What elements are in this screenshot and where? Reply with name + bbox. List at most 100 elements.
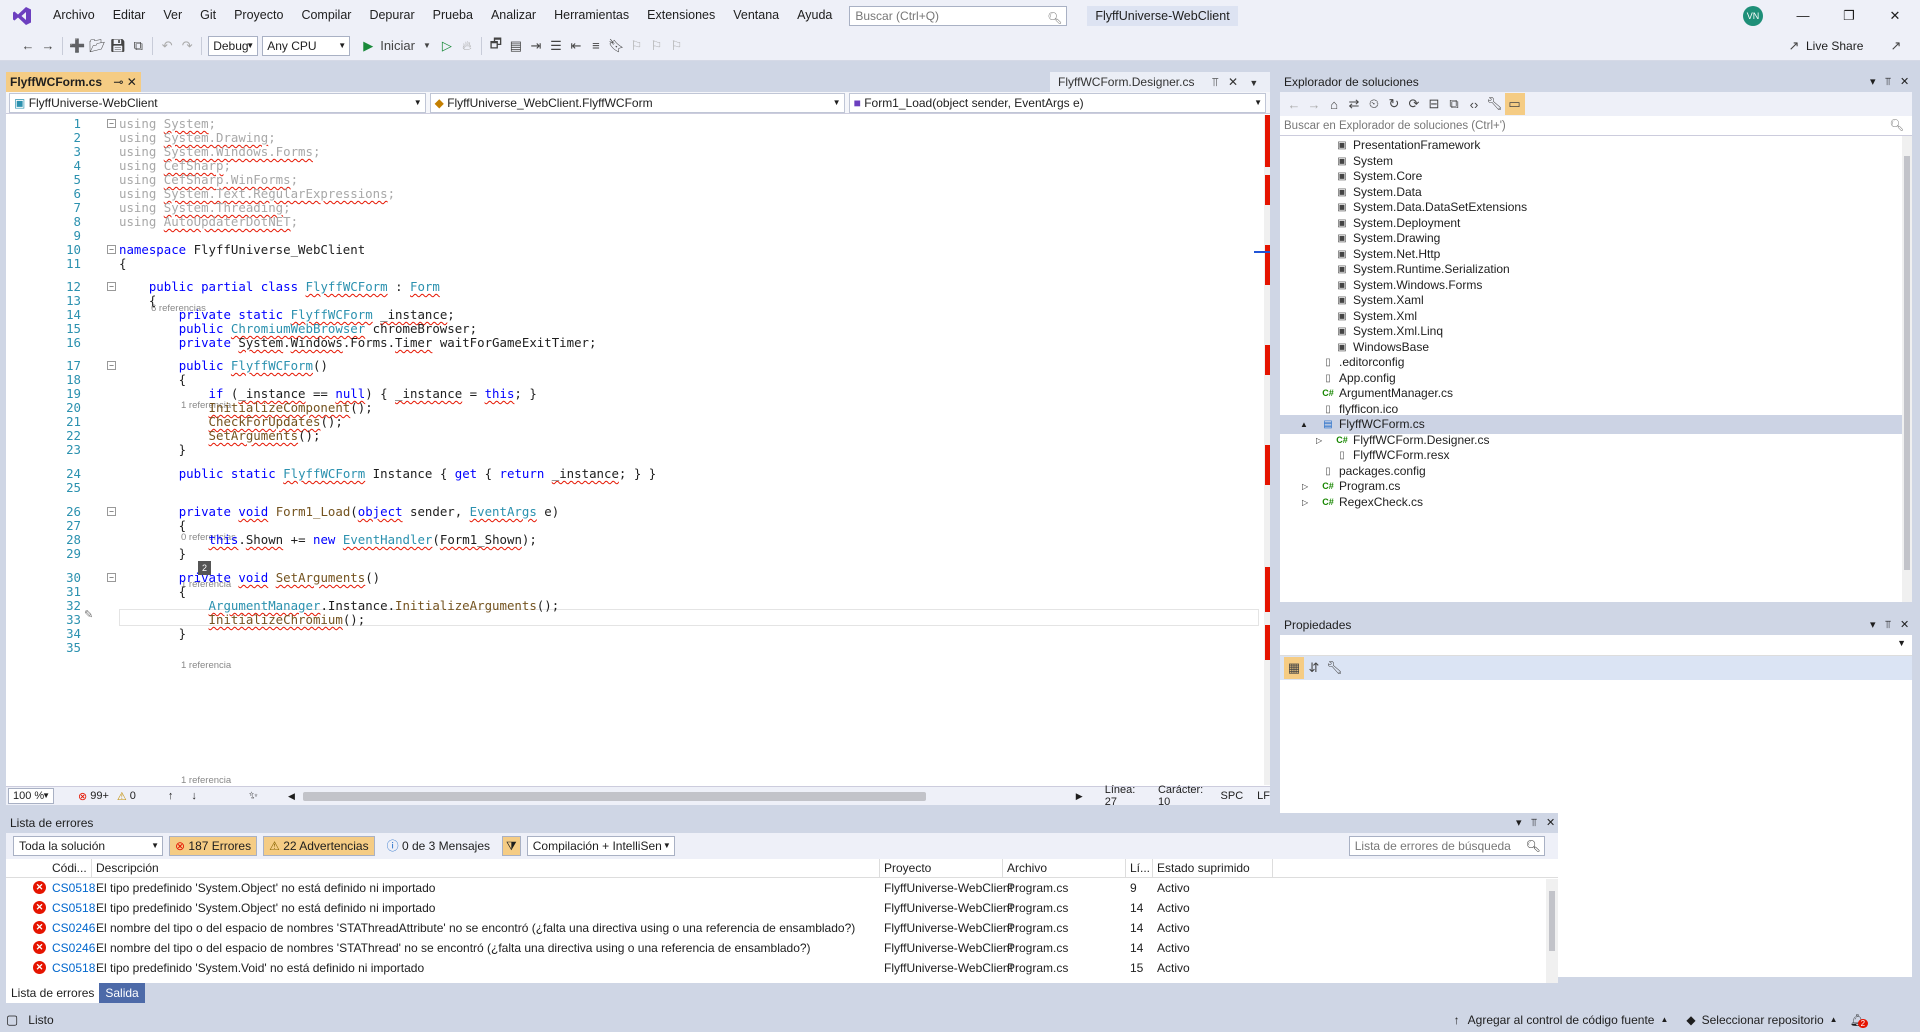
notifications-icon[interactable]: 🔔︎ 2	[1850, 1013, 1869, 1028]
fold-toggle-icon[interactable]: −	[107, 361, 116, 370]
fold-toggle-icon[interactable]: −	[107, 507, 116, 516]
source-control-button[interactable]: Agregar al control de código fuente	[1468, 1013, 1655, 1027]
error-code[interactable]: CS0246	[52, 918, 95, 938]
code-line[interactable]: 29 }	[6, 545, 1264, 562]
column-header[interactable]: Lí...	[1126, 859, 1153, 878]
categorized-icon[interactable]: ▦	[1284, 657, 1304, 679]
menu-prueba[interactable]: Prueba	[424, 0, 482, 31]
preview-icon[interactable]: ▭	[1504, 93, 1525, 115]
line-ending[interactable]: LF	[1257, 790, 1270, 802]
menu-archivo[interactable]: Archivo	[44, 0, 104, 31]
code-line[interactable]: 23 }	[6, 441, 1264, 458]
close-button[interactable]: ✕	[1872, 0, 1918, 31]
comment-icon[interactable]: ≡	[586, 35, 606, 57]
arrow-down-icon[interactable]: ↓	[191, 790, 197, 802]
redo-icon[interactable]: ↷	[177, 35, 197, 57]
chevron-down-icon[interactable]: ▾	[1870, 72, 1876, 92]
open-folder-icon[interactable]: 📂︎	[87, 35, 108, 57]
cursor-char[interactable]: Carácter: 10	[1158, 784, 1205, 808]
live-share-icon[interactable]: ↗	[1784, 35, 1804, 57]
browse-icon[interactable]: 🗗︎	[486, 35, 506, 57]
minimize-button[interactable]: —	[1780, 0, 1826, 31]
step-icon[interactable]: ⇥	[526, 35, 546, 57]
undo-icon[interactable]: ↶	[157, 35, 177, 57]
code-line[interactable]: 11 {	[6, 255, 1264, 272]
line-number[interactable]: 29	[6, 545, 81, 562]
line-number[interactable]: 23	[6, 441, 81, 458]
whitespace-mode[interactable]: SPC	[1221, 790, 1244, 802]
column-header[interactable]: Descripción	[92, 859, 880, 878]
sync-icon[interactable]: ↻	[1384, 93, 1404, 115]
platform-select[interactable]: Any CPU ▼	[262, 35, 351, 56]
codelens-references[interactable]: 1 referencia	[181, 775, 231, 785]
scope-select[interactable]: Toda la solución ▼	[13, 836, 163, 856]
view-code-icon[interactable]: ‹›	[1464, 93, 1484, 115]
start-without-debug-icon[interactable]: ▷	[437, 35, 457, 57]
indent-icon[interactable]: ⇤	[566, 35, 586, 57]
back-icon[interactable]: ←	[18, 35, 38, 57]
pin-close-icons[interactable]: ⊸ ✕	[113, 75, 136, 89]
forward-icon[interactable]: →	[1304, 93, 1324, 115]
errors-filter-button[interactable]: ⊗ 187 Errores	[169, 836, 258, 856]
history-icon[interactable]: ⏲︎	[1364, 93, 1384, 115]
properties-icon[interactable]: 🔧︎	[1484, 93, 1505, 115]
menu-herramientas[interactable]: Herramientas	[545, 0, 638, 31]
object-select[interactable]: ▼	[1280, 635, 1912, 656]
arrow-up-icon[interactable]: ↑	[168, 790, 174, 802]
code-text[interactable]: }	[119, 441, 186, 458]
start-button[interactable]: Iniciar	[378, 35, 417, 57]
bookmark-icon[interactable]: 🔖︎	[606, 35, 627, 57]
scrollbar-thumb[interactable]	[1549, 891, 1555, 951]
menu-ver[interactable]: Ver	[154, 0, 191, 31]
menu-editar[interactable]: Editar	[104, 0, 155, 31]
menu-ayuda[interactable]: Ayuda	[788, 0, 841, 31]
chevron-down-icon[interactable]: ▾	[1516, 813, 1522, 833]
close-icon[interactable]: ✕	[1900, 615, 1909, 635]
error-row[interactable]: ✕ CS0246 El nombre del tipo o del espacio …	[6, 918, 1546, 938]
menu-compilar[interactable]: Compilar	[292, 0, 360, 31]
column-header[interactable]: Archivo	[1003, 859, 1126, 878]
format-icon[interactable]: ☰	[546, 35, 566, 57]
horizontal-scrollbar[interactable]	[302, 791, 926, 801]
expand-toggle-icon[interactable]: ▲	[1300, 415, 1308, 434]
tab-flyffwcform-cs[interactable]: FlyffWCForm.cs ⊸ ✕	[6, 72, 141, 92]
column-header[interactable]: Proyecto	[880, 859, 1003, 878]
avatar[interactable]: VN	[1743, 6, 1763, 26]
warning-count[interactable]: 0	[130, 790, 136, 802]
refresh-icon[interactable]: ⟳	[1404, 93, 1424, 115]
fold-toggle-icon[interactable]: −	[107, 573, 116, 582]
menu-analizar[interactable]: Analizar	[482, 0, 545, 31]
code-text[interactable]: }	[119, 545, 186, 562]
tab-output[interactable]: Salida	[99, 983, 145, 1003]
menu-ventana[interactable]: Ventana	[724, 0, 788, 31]
switch-views-icon[interactable]: ⇄	[1344, 93, 1364, 115]
save-all-icon[interactable]: ⧉	[128, 35, 148, 57]
chevron-down-icon[interactable]: ▼	[417, 35, 437, 57]
build-source-select[interactable]: Compilación + IntelliSen ▼	[526, 836, 675, 856]
code-editor[interactable]: 6 referencias 1 referencia 0 referencias…	[6, 115, 1264, 785]
alphabetical-icon[interactable]: ⇵	[1304, 657, 1324, 679]
column-header[interactable]: Estado suprimido	[1153, 859, 1273, 878]
chevron-down-icon[interactable]: ▾	[1870, 615, 1876, 635]
error-code[interactable]: CS0518	[52, 958, 95, 978]
layout-icon[interactable]: ▤	[506, 35, 526, 57]
home-icon[interactable]: ⌂	[1324, 93, 1344, 115]
fold-toggle-icon[interactable]: −	[107, 245, 116, 254]
configuration-select[interactable]: Debug ▼	[208, 35, 259, 56]
close-icon[interactable]: ✕	[1228, 75, 1238, 89]
filter-icon[interactable]: ⧩	[502, 836, 521, 856]
error-code[interactable]: CS0518	[52, 898, 95, 918]
scroll-marker-bar[interactable]	[1254, 115, 1270, 785]
error-search-input[interactable]: Lista de errores de búsqueda 🔍︎	[1348, 836, 1545, 856]
error-row[interactable]: ✕ CS0518 El tipo predefinido 'System.Void'…	[6, 958, 1546, 978]
cursor-line[interactable]: Línea: 27	[1105, 784, 1140, 808]
error-icon[interactable]: ⊗	[78, 790, 87, 803]
hot-reload-icon[interactable]: 🔥︎	[457, 35, 477, 57]
codelens-references[interactable]: 1 referencia	[181, 660, 231, 672]
show-all-files-icon[interactable]: ⧉	[1444, 93, 1464, 115]
tab-designer-cs[interactable]: FlyffWCForm.Designer.cs ⫪ ✕ ▼	[1050, 72, 1270, 92]
scroll-right-icon[interactable]: ▶	[1076, 791, 1083, 802]
chevron-down-icon[interactable]: ▼	[1249, 78, 1258, 88]
live-share-button[interactable]: Live Share	[1806, 39, 1863, 53]
fold-toggle-icon[interactable]: −	[107, 282, 116, 291]
